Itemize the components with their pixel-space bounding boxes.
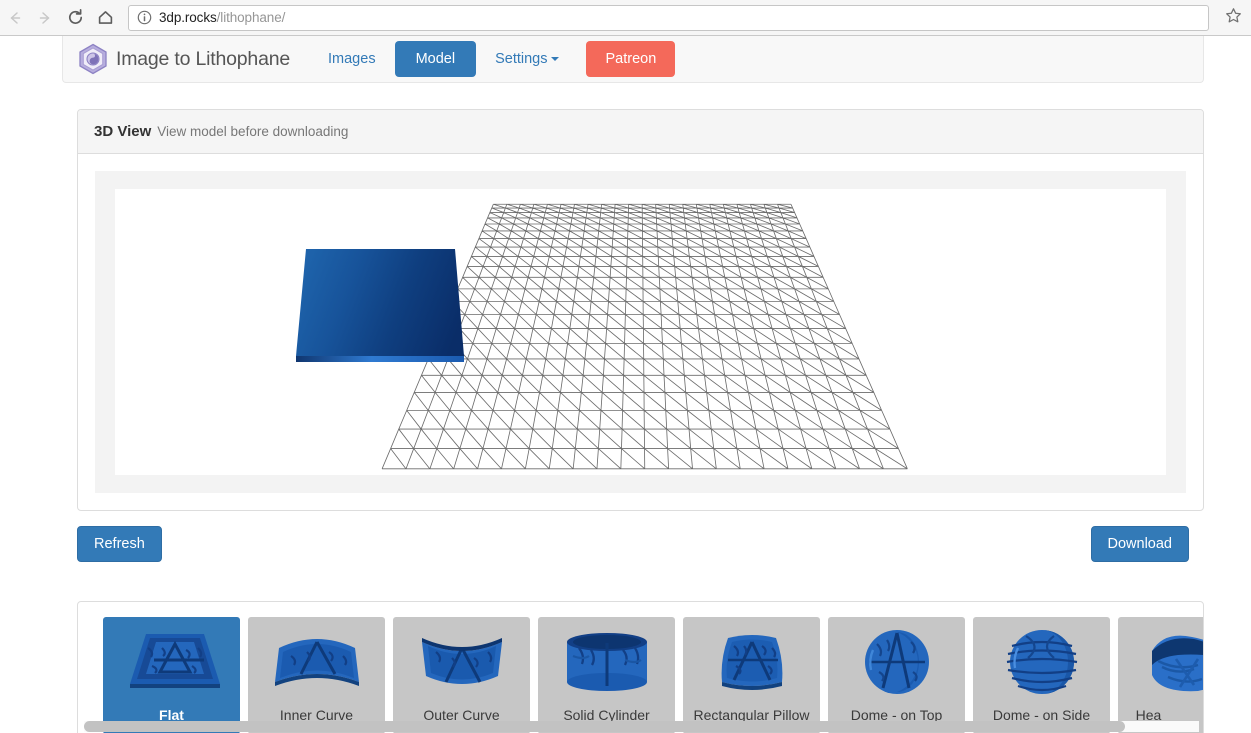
hexagon-logo-icon (78, 43, 108, 75)
outer-curve-icon (393, 623, 530, 701)
model-thumb-solid-cylinder[interactable]: Solid Cylinder (538, 617, 675, 733)
nav-item-settings[interactable]: Settings (479, 42, 575, 76)
flat-plate-icon (103, 623, 240, 701)
back-button[interactable] (0, 3, 30, 33)
horizontal-scrollbar-track[interactable] (84, 721, 1199, 732)
model-thumb-dome-on-top[interactable]: Dome - on Top (828, 617, 965, 733)
model-thumb-inner-curve[interactable]: Inner Curve (248, 617, 385, 733)
page-title: 3D View (94, 123, 152, 140)
refresh-button[interactable]: Refresh (77, 526, 162, 562)
page-content: Image to Lithophane Images Model Setting… (0, 36, 1251, 733)
nav-items: Images Model Settings Patreon (312, 41, 676, 77)
model-thumb-heart[interactable]: Hea (1118, 617, 1203, 733)
panel-subtitle: View model before downloading (157, 124, 349, 139)
bookmark-button[interactable] (1215, 3, 1251, 33)
pillow-icon (683, 623, 820, 701)
model-thumb-rectangular-pillow[interactable]: Rectangular Pillow (683, 617, 820, 733)
dome-top-icon (828, 623, 965, 701)
panel-header: 3D View View model before downloading (78, 110, 1203, 154)
address-bar[interactable]: 3dp.rocks/lithophane/ (128, 4, 1209, 31)
model-thumb-dome-on-side[interactable]: Dome - on Side (973, 617, 1110, 733)
page-info-icon[interactable] (137, 10, 152, 25)
heart-icon (1118, 623, 1203, 701)
model-thumb-outer-curve[interactable]: Outer Curve (393, 617, 530, 733)
three-d-viewport[interactable] (115, 189, 1166, 475)
panel-body (78, 154, 1203, 510)
home-button[interactable] (90, 3, 120, 33)
action-bar: Refresh Download (62, 526, 1204, 578)
cylinder-icon (538, 623, 675, 701)
browser-toolbar: 3dp.rocks/lithophane/ (0, 0, 1251, 36)
model-type-strip: Flat Inner Curve Outer Curve Solid Cylin… (77, 601, 1204, 733)
dome-side-icon (973, 623, 1110, 701)
brand[interactable]: Image to Lithophane (78, 36, 312, 83)
three-d-view-panel: 3D View View model before downloading (77, 109, 1204, 511)
nav-item-settings-label: Settings (495, 51, 548, 67)
reload-icon (66, 8, 85, 27)
nav-item-model[interactable]: Model (394, 41, 477, 77)
chevron-down-icon (551, 57, 560, 62)
lithophane-model (296, 249, 464, 362)
nav-item-images[interactable]: Images (312, 42, 392, 76)
forward-arrow-icon (36, 9, 54, 27)
model-thumb-flat[interactable]: Flat (103, 617, 240, 733)
brand-title: Image to Lithophane (116, 47, 291, 70)
patreon-button[interactable]: Patreon (586, 41, 676, 77)
forward-button[interactable] (30, 3, 60, 33)
app-navbar: Image to Lithophane Images Model Setting… (62, 36, 1204, 83)
url-domain: 3dp.rocks (159, 10, 217, 25)
url-path: /lithophane/ (216, 10, 286, 25)
horizontal-scrollbar-thumb[interactable] (84, 721, 1125, 732)
inner-curve-icon (248, 623, 385, 701)
back-arrow-icon (6, 9, 24, 27)
model-scene (296, 203, 908, 470)
model-type-list: Flat Inner Curve Outer Curve Solid Cylin… (78, 602, 1203, 733)
viewer-well (95, 171, 1186, 493)
home-icon (96, 8, 115, 27)
reload-button[interactable] (60, 3, 90, 33)
download-button[interactable]: Download (1090, 526, 1189, 562)
star-icon (1225, 7, 1242, 29)
